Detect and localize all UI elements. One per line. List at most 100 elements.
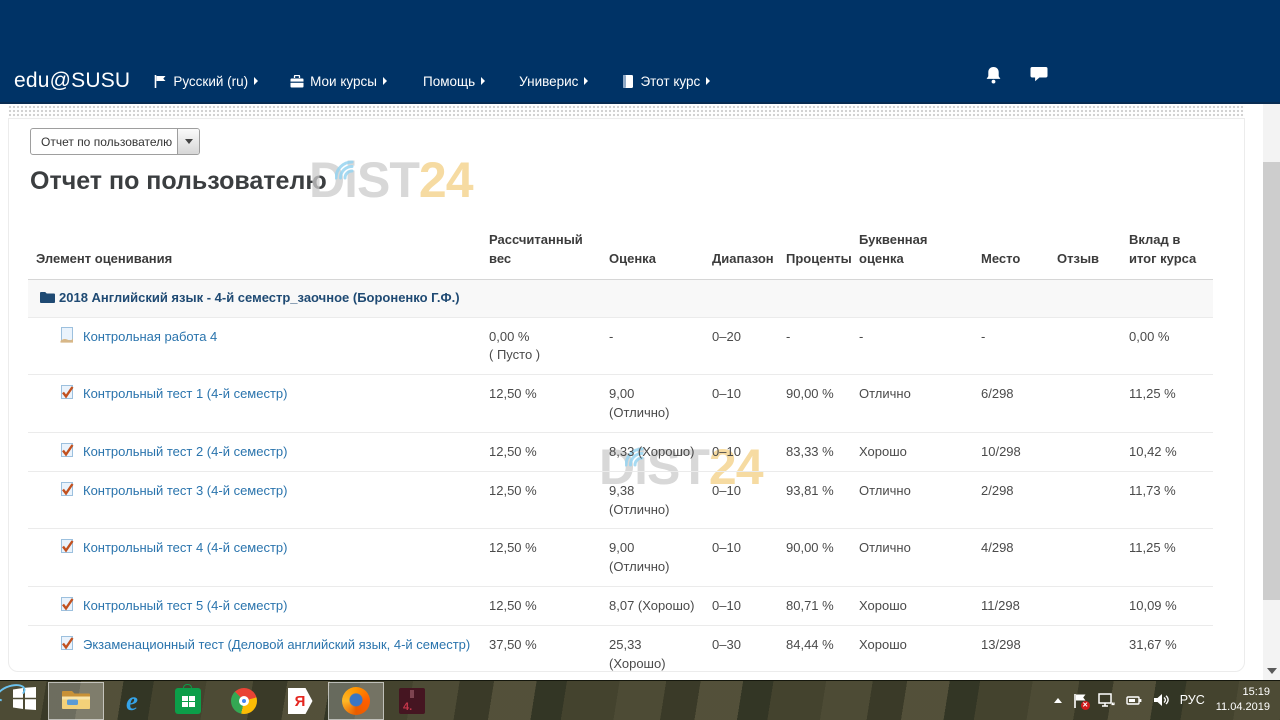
cell-weight: 12,50 % <box>481 471 601 529</box>
assignment-icon <box>59 327 75 349</box>
cell-weight: 12,50 % <box>481 432 601 471</box>
page-title: Отчет по пользователю <box>30 167 327 196</box>
cell-contribution: 11,25 % <box>1121 529 1213 587</box>
bell-icon[interactable] <box>985 66 1002 89</box>
caret-right-icon <box>383 77 387 85</box>
taskbar-app-4[interactable]: 4. <box>384 682 440 720</box>
cell-letter: - <box>851 317 973 375</box>
cell-contribution: 11,73 % <box>1121 471 1213 529</box>
quiz-icon <box>59 538 75 560</box>
taskbar-chrome[interactable] <box>216 682 272 720</box>
grade-item-link[interactable]: Контрольный тест 4 (4-й семестр) <box>83 540 287 555</box>
cell-rank: 13/298 <box>973 625 1049 683</box>
nav-item-univeris[interactable]: Универис <box>519 74 588 89</box>
grade-item-link[interactable]: Контрольный тест 2 (4-й семестр) <box>83 444 287 459</box>
nav-item-my-courses[interactable]: Мои курсы <box>290 74 387 89</box>
error-badge: ✕ <box>1081 701 1090 710</box>
col-header-range: Диапазон <box>704 231 778 279</box>
cell-percentage: 90,00 % <box>778 375 851 433</box>
report-type-select-value: Отчет по пользователю <box>31 129 177 154</box>
language-indicator[interactable]: РУС <box>1180 693 1205 707</box>
grade-item-link[interactable]: Контрольный тест 3 (4-й семестр) <box>83 483 287 498</box>
dist24-watermark: DiST24 <box>309 151 473 209</box>
nav-item-help[interactable]: Помощь <box>423 74 485 89</box>
report-type-select[interactable]: Отчет по пользователю <box>30 128 200 155</box>
tray-date: 11.04.2019 <box>1216 700 1270 715</box>
taskbar-file-explorer[interactable] <box>48 682 104 720</box>
table-row: Контрольный тест 4 (4-й семестр) 12,50 %… <box>28 529 1213 587</box>
nav-item-label: Мои курсы <box>310 74 377 89</box>
nav-item-language[interactable]: Русский (ru) <box>154 74 258 89</box>
nav-item-this-course[interactable]: Этот курс <box>622 74 710 89</box>
col-header-contribution: Вклад в итог курса <box>1121 231 1213 279</box>
cell-grade: 8,07 (Хорошо) <box>601 587 704 626</box>
chat-icon[interactable] <box>1030 66 1048 89</box>
cell-letter: Отлично <box>851 471 973 529</box>
nav-item-label: Этот курс <box>640 74 700 89</box>
flag-icon <box>154 75 167 88</box>
grade-item-link[interactable]: Контрольный тест 5 (4-й семестр) <box>83 598 287 613</box>
cell-range: 0–20 <box>704 317 778 375</box>
cell-rank: 4/298 <box>973 529 1049 587</box>
category-row: 2018 Английский язык - 4-й семестр_заочн… <box>28 279 1213 317</box>
cell-grade: 9,00 (Отлично) <box>601 375 704 433</box>
book-icon <box>622 75 634 88</box>
col-header-rank: Место <box>973 231 1049 279</box>
taskbar-windows-store[interactable] <box>160 682 216 720</box>
expand-caret-icon[interactable] <box>1054 698 1062 703</box>
nav-item-label: Помощь <box>423 74 475 89</box>
page-background-dots <box>8 105 1245 118</box>
grade-item-link[interactable]: Контрольный тест 1 (4-й семестр) <box>83 386 287 401</box>
scrollbar-down-arrow-icon[interactable] <box>1267 668 1277 674</box>
grade-item-link[interactable]: Экзаменационный тест (Деловой английский… <box>83 637 470 652</box>
cell-contribution: 10,09 % <box>1121 587 1213 626</box>
volume-icon[interactable] <box>1153 693 1169 707</box>
cell-letter: Отлично <box>851 375 973 433</box>
cell-contribution: 10,42 % <box>1121 432 1213 471</box>
cell-range: 0–30 <box>704 625 778 683</box>
cell-grade: - <box>601 317 704 375</box>
vertical-scrollbar[interactable] <box>1263 104 1280 680</box>
taskbar-yandex[interactable]: Я <box>272 682 328 720</box>
table-header-row: Элемент оценивания Рассчитанный вес Оцен… <box>28 231 1213 279</box>
cell-contribution: 31,67 % <box>1121 625 1213 683</box>
caret-right-icon <box>584 77 588 85</box>
cell-rank: - <box>973 317 1049 375</box>
table-row: Контрольная работа 4 0,00 % ( Пусто ) - … <box>28 317 1213 375</box>
taskbar-internet-explorer[interactable]: e <box>104 682 160 720</box>
site-logo[interactable]: edu@SUSU <box>14 69 130 93</box>
cell-grade: 9,00 (Отлично) <box>601 529 704 587</box>
windows-store-icon <box>175 688 201 714</box>
cell-contribution: 0,00 % <box>1121 317 1213 375</box>
action-center-flag-icon[interactable]: ✕ <box>1073 693 1087 708</box>
folder-icon <box>40 290 55 309</box>
app-4-icon: 4. <box>399 688 425 714</box>
nav-item-label: Русский (ru) <box>173 74 248 89</box>
cell-letter: Отлично <box>851 529 973 587</box>
grade-item-link[interactable]: Контрольная работа 4 <box>83 329 217 344</box>
col-header-grade-item: Элемент оценивания <box>28 231 481 279</box>
cell-letter: Хорошо <box>851 587 973 626</box>
network-icon[interactable] <box>1098 693 1115 708</box>
top-navbar: edu@SUSU Русский (ru) Мои курсы Помощь У… <box>0 0 1280 104</box>
yandex-browser-icon: Я <box>288 688 313 714</box>
cell-feedback <box>1049 375 1121 433</box>
col-header-percentage: Проценты <box>778 231 851 279</box>
briefcase-icon <box>290 75 304 88</box>
cell-range: 0–10 <box>704 375 778 433</box>
file-explorer-icon <box>61 687 91 716</box>
wifi-arcs-icon <box>335 135 375 193</box>
cell-range: 0–10 <box>704 587 778 626</box>
taskbar-firefox[interactable] <box>328 682 384 720</box>
table-row: Контрольный тест 3 (4-й семестр) 12,50 %… <box>28 471 1213 529</box>
quiz-icon <box>59 635 75 657</box>
cell-feedback <box>1049 432 1121 471</box>
quiz-icon <box>59 384 75 406</box>
select-dropdown-button[interactable] <box>177 129 199 154</box>
battery-icon[interactable] <box>1126 693 1142 707</box>
scrollbar-thumb[interactable] <box>1263 162 1280 600</box>
caret-right-icon <box>706 77 710 85</box>
quiz-icon <box>59 481 75 503</box>
tray-clock[interactable]: 15:19 11.04.2019 <box>1216 685 1270 715</box>
table-row: Экзаменационный тест (Деловой английский… <box>28 625 1213 683</box>
